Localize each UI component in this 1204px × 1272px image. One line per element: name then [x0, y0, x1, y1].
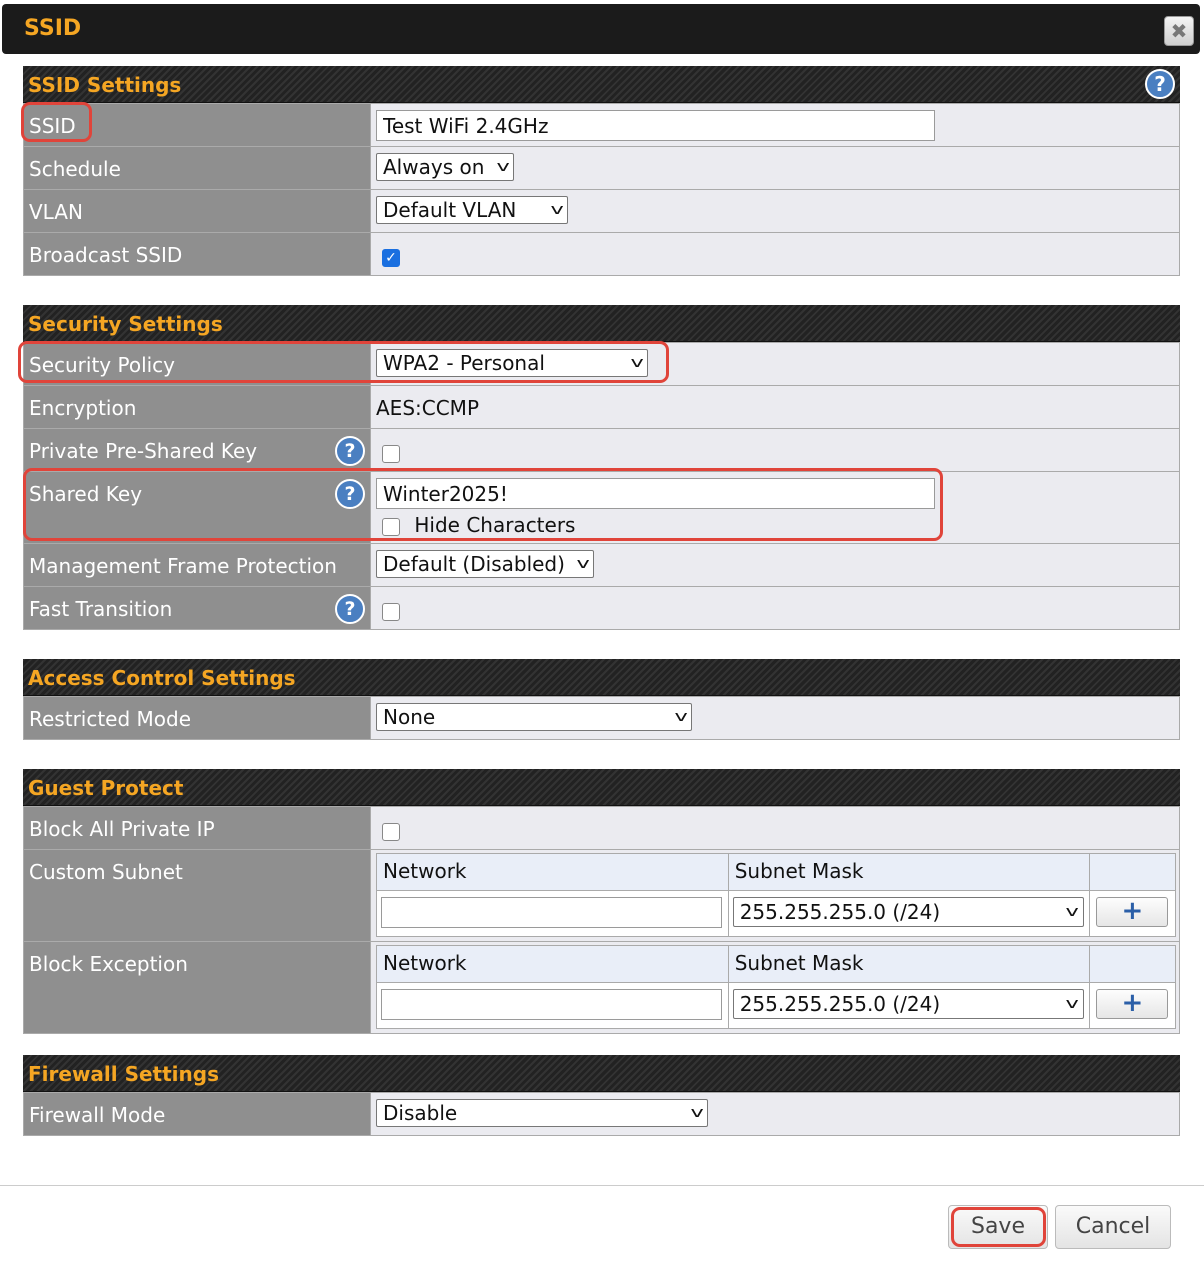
network-header: Network — [376, 945, 729, 983]
ssid-label: SSID — [23, 103, 371, 147]
close-icon[interactable]: ✖ — [1164, 16, 1194, 46]
custom-subnet-table: Network Subnet Mask 255.255.255.0 (/24) v… — [376, 853, 1176, 937]
chevron-down-icon: v — [1065, 996, 1080, 1012]
section-title: Firewall Settings — [28, 1062, 219, 1086]
section-header: Guest Protect — [23, 769, 1180, 806]
custom-subnet-mask-value: 255.255.255.0 (/24) — [739, 900, 941, 924]
ssid-settings-section: SSID Settings ? SSID Schedule Always on v… — [23, 66, 1180, 276]
ppsk-label: Private Pre-Shared Key ? — [23, 428, 371, 472]
help-icon[interactable]: ? — [335, 479, 365, 509]
security-policy-label: Security Policy — [23, 342, 371, 386]
firewall-mode-label: Firewall Mode — [23, 1092, 371, 1136]
vlan-label: VLAN — [23, 189, 371, 233]
action-header — [1089, 945, 1176, 983]
block-exception-table: Network Subnet Mask 255.255.255.0 (/24) v… — [376, 945, 1176, 1029]
help-icon[interactable]: ? — [335, 594, 365, 624]
block-exception-label: Block Exception — [23, 941, 371, 1034]
ppsk-checkbox[interactable] — [382, 444, 400, 463]
vlan-select[interactable]: Default VLAN v — [376, 196, 568, 224]
vlan-value: Default VLAN — [383, 198, 517, 222]
security-policy-select[interactable]: WPA2 - Personal v — [376, 349, 648, 377]
chevron-down-icon: v — [576, 556, 590, 572]
schedule-label: Schedule — [23, 146, 371, 190]
block-private-ip-label: Block All Private IP — [23, 806, 371, 850]
dialog-titlebar: SSID ✖ — [2, 4, 1200, 54]
subnet-mask-header: Subnet Mask — [727, 853, 1091, 891]
dialog-title: SSID — [24, 16, 82, 41]
firewall-settings-section: Firewall Settings Firewall Mode Disable v — [23, 1055, 1180, 1136]
hide-characters-row: Hide Characters — [376, 513, 1179, 537]
chevron-down-icon: v — [550, 202, 564, 218]
broadcast-ssid-checkbox[interactable]: ✓ — [382, 248, 400, 267]
chevron-down-icon: v — [674, 709, 688, 725]
guest-protect-section: Guest Protect Block All Private IP Custo… — [23, 769, 1180, 1034]
section-title: Security Settings — [28, 312, 223, 336]
block-exception-mask-value: 255.255.255.0 (/24) — [739, 992, 941, 1016]
mfp-label: Management Frame Protection — [23, 543, 371, 587]
restricted-mode-value: None — [383, 705, 436, 729]
section-header: Firewall Settings — [23, 1055, 1180, 1092]
save-button[interactable]: Save — [948, 1205, 1048, 1249]
custom-subnet-label: Custom Subnet — [23, 849, 371, 942]
security-policy-value: WPA2 - Personal — [383, 351, 545, 375]
help-icon[interactable]: ? — [1145, 69, 1175, 99]
section-header: Access Control Settings — [23, 659, 1180, 696]
security-settings-section: Security Settings Security Policy WPA2 -… — [23, 305, 1180, 630]
action-header — [1089, 853, 1176, 891]
custom-subnet-network-input[interactable] — [381, 897, 722, 928]
firewall-mode-select[interactable]: Disable v — [376, 1099, 708, 1127]
section-title: Guest Protect — [28, 776, 184, 800]
chevron-down-icon: v — [496, 159, 510, 175]
custom-subnet-mask-select[interactable]: 255.255.255.0 (/24) v — [732, 897, 1084, 927]
encryption-label: Encryption — [23, 385, 371, 429]
section-title: Access Control Settings — [28, 666, 296, 690]
network-header: Network — [376, 853, 729, 891]
section-title: SSID Settings — [28, 73, 182, 97]
chevron-down-icon: v — [690, 1105, 704, 1121]
footer-divider — [0, 1185, 1204, 1186]
access-control-section: Access Control Settings Restricted Mode … — [23, 659, 1180, 740]
help-icon[interactable]: ? — [335, 436, 365, 466]
mfp-value: Default (Disabled) — [383, 552, 565, 576]
subnet-mask-header: Subnet Mask — [727, 945, 1091, 983]
fast-transition-checkbox[interactable] — [382, 602, 400, 621]
chevron-down-icon: v — [1065, 904, 1080, 920]
section-header: Security Settings — [23, 305, 1180, 342]
add-custom-subnet-button[interactable]: + — [1096, 897, 1169, 927]
schedule-value: Always on — [383, 155, 485, 179]
block-exception-mask-select[interactable]: 255.255.255.0 (/24) v — [732, 989, 1084, 1019]
schedule-select[interactable]: Always on v — [376, 153, 514, 181]
restricted-mode-label: Restricted Mode — [23, 696, 371, 740]
hide-characters-label: Hide Characters — [414, 513, 576, 537]
shared-key-input[interactable] — [376, 478, 935, 509]
broadcast-ssid-label: Broadcast SSID — [23, 232, 371, 276]
mfp-select[interactable]: Default (Disabled) v — [376, 550, 594, 578]
section-header: SSID Settings ? — [23, 66, 1180, 103]
cancel-button[interactable]: Cancel — [1055, 1205, 1171, 1249]
chevron-down-icon: v — [630, 355, 644, 371]
firewall-mode-value: Disable — [383, 1101, 458, 1125]
block-exception-network-input[interactable] — [381, 989, 722, 1020]
encryption-value: AES:CCMP — [376, 396, 479, 420]
add-block-exception-button[interactable]: + — [1096, 989, 1169, 1019]
hide-characters-checkbox[interactable] — [382, 517, 400, 536]
restricted-mode-select[interactable]: None v — [376, 703, 692, 731]
fast-transition-label: Fast Transition ? — [23, 586, 371, 630]
block-private-ip-checkbox[interactable] — [382, 822, 400, 841]
ssid-input[interactable] — [376, 110, 935, 141]
shared-key-label: Shared Key ? — [23, 471, 371, 544]
